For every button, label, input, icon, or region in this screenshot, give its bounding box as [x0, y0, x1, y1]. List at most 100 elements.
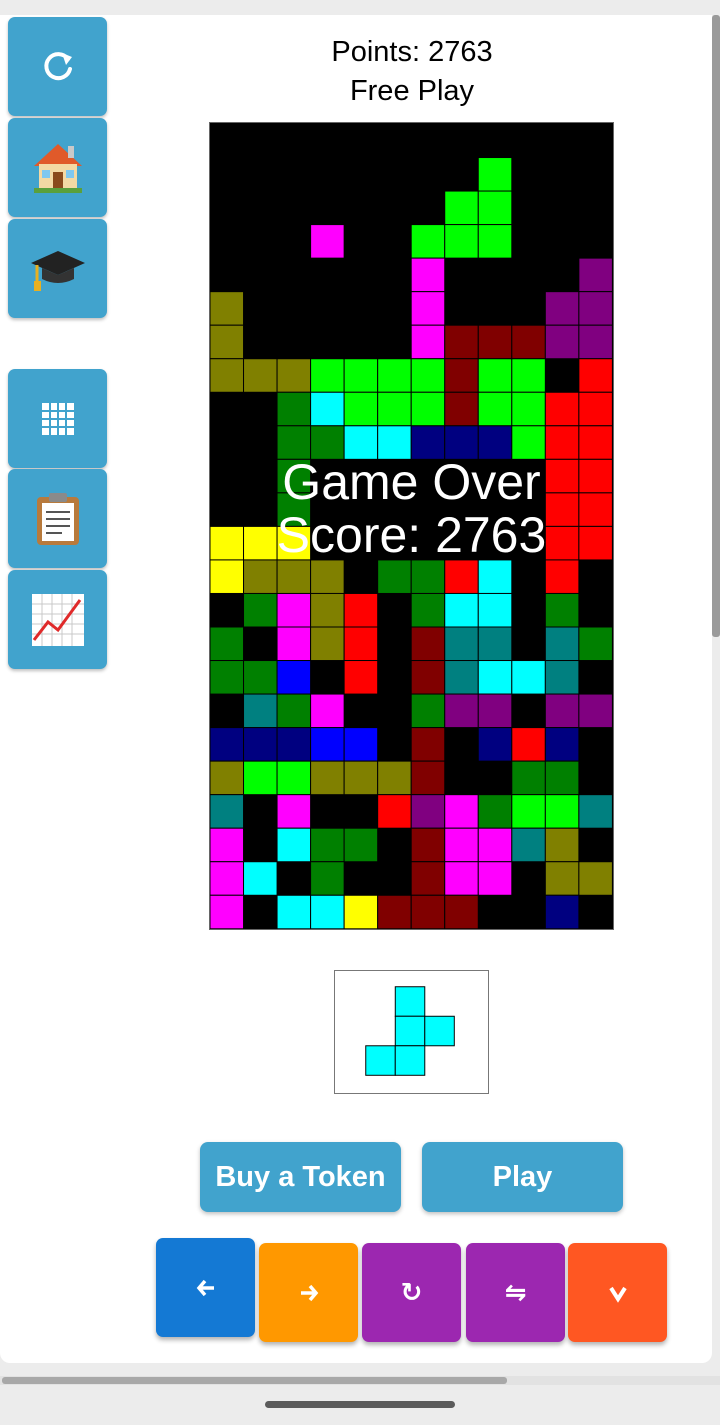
- board-block: [511, 827, 546, 863]
- rotate-icon: ↻: [400, 1277, 423, 1308]
- board-block: [578, 391, 613, 427]
- board-block: [377, 559, 412, 594]
- move-right-button[interactable]: [259, 1243, 358, 1342]
- board-block: [377, 794, 412, 829]
- board-block: [477, 224, 513, 259]
- board-block: [210, 794, 245, 829]
- board-block: [544, 592, 580, 628]
- board-block: [210, 626, 245, 662]
- board-block: [276, 391, 312, 427]
- drop-button[interactable]: [568, 1243, 667, 1342]
- board-block: [444, 827, 479, 863]
- move-left-button[interactable]: [156, 1238, 255, 1337]
- preview-block: [394, 1045, 426, 1076]
- board-block: [477, 693, 513, 729]
- board-block: [544, 559, 580, 594]
- board-block: [210, 760, 245, 796]
- board-block: [276, 727, 312, 762]
- flip-icon: ⇋: [504, 1277, 527, 1308]
- preview-block: [394, 1015, 426, 1047]
- board-block: [210, 291, 245, 326]
- board-block: [276, 794, 312, 829]
- notes-button[interactable]: [8, 469, 107, 568]
- buy-token-button[interactable]: Buy a Token: [200, 1142, 401, 1212]
- board-block: [243, 358, 278, 393]
- game-over-text: Game Over: [282, 454, 541, 510]
- board-block: [243, 861, 278, 896]
- board-block: [276, 592, 312, 628]
- board-block: [410, 861, 446, 896]
- home-indicator[interactable]: [265, 1401, 455, 1408]
- board-block: [444, 693, 479, 729]
- board-block: [578, 291, 613, 326]
- board-block: [477, 660, 513, 695]
- board-block: [210, 894, 245, 929]
- board-block: [477, 190, 513, 226]
- board-block: [578, 861, 613, 896]
- leaderboard-grid-button[interactable]: [8, 369, 107, 468]
- board-block: [377, 894, 412, 929]
- board-block: [243, 592, 278, 628]
- board-block: [444, 358, 479, 393]
- board-block: [444, 190, 479, 226]
- board-block: [477, 827, 513, 863]
- board-block: [377, 391, 412, 427]
- board-block: [477, 324, 513, 360]
- board-block: [511, 727, 546, 762]
- board-block: [477, 391, 513, 427]
- learn-button[interactable]: [8, 219, 107, 318]
- rotate-button[interactable]: ↻: [362, 1243, 461, 1342]
- home-icon: [33, 143, 82, 193]
- board-block: [544, 626, 580, 662]
- board-block: [210, 861, 245, 896]
- board-block: [477, 157, 513, 192]
- board-block: [410, 592, 446, 628]
- play-button[interactable]: Play: [422, 1142, 623, 1212]
- board-block: [310, 626, 345, 662]
- board-block: [511, 358, 546, 393]
- board-block: [544, 827, 580, 863]
- vertical-scrollbar[interactable]: [712, 15, 720, 637]
- preview-block: [365, 1045, 396, 1076]
- stats-button[interactable]: [8, 570, 107, 669]
- board-block: [578, 693, 613, 729]
- horizontal-scrollbar[interactable]: [2, 1377, 507, 1384]
- board-block: [276, 358, 312, 393]
- board-block: [444, 894, 479, 929]
- board-block: [444, 559, 479, 594]
- home-button[interactable]: [8, 118, 107, 217]
- board-block: [444, 660, 479, 695]
- board-block: [210, 358, 245, 393]
- board-block: [310, 760, 345, 796]
- board-block: [377, 358, 412, 393]
- clipboard-icon: [36, 492, 79, 545]
- board-block: [444, 592, 479, 628]
- board-block: [444, 224, 479, 259]
- board-block: [243, 660, 278, 695]
- board-block: [343, 391, 379, 427]
- next-piece-preview: [334, 970, 489, 1094]
- board-block: [477, 626, 513, 662]
- restart-button[interactable]: [8, 17, 107, 116]
- flip-button[interactable]: ⇋: [466, 1243, 565, 1342]
- board-block: [544, 660, 580, 695]
- board-block: [544, 324, 580, 360]
- board-block: [210, 827, 245, 863]
- chevron-down-icon: [608, 1286, 627, 1303]
- board-block: [343, 592, 379, 628]
- arrow-right-icon: [300, 1284, 318, 1301]
- board-block: [377, 760, 412, 796]
- restart-icon: [43, 51, 72, 80]
- board-block: [243, 760, 278, 796]
- board-block: [310, 894, 345, 929]
- board-block: [276, 660, 312, 695]
- points-display: Points: 2763: [331, 36, 493, 68]
- board-block: [210, 324, 245, 360]
- board-block: [511, 324, 546, 360]
- board-block: [444, 861, 479, 896]
- board-block: [444, 391, 479, 427]
- board-block: [410, 794, 446, 829]
- board-block: [243, 727, 278, 762]
- board-block: [310, 391, 345, 427]
- board-block: [276, 894, 312, 929]
